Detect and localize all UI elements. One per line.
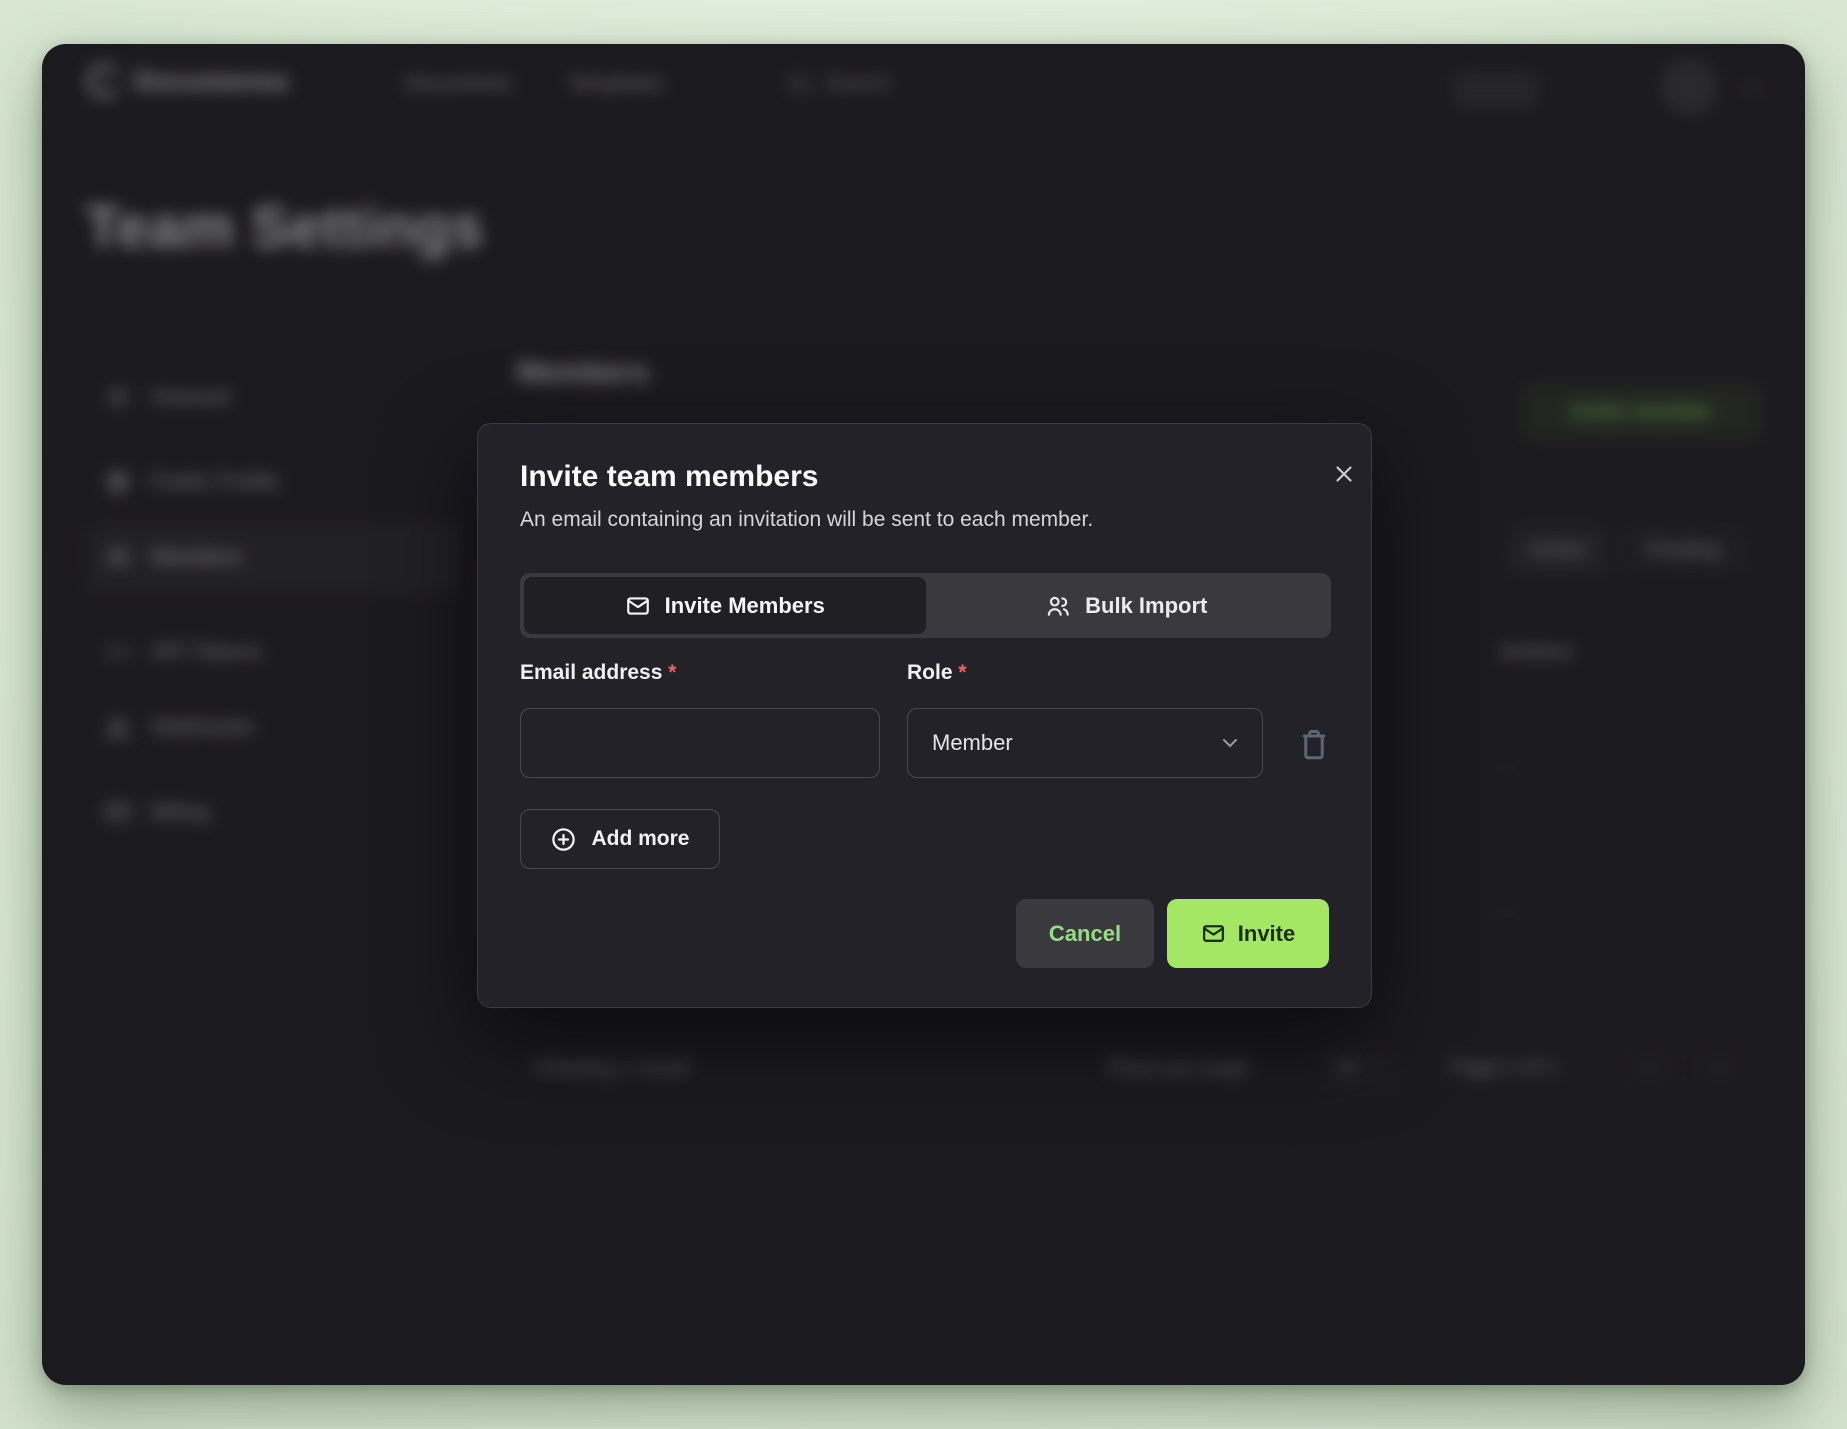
mail-icon [1201,921,1226,946]
trash-icon [1296,727,1332,763]
tab-label: Bulk Import [1085,593,1207,619]
tab-invite-members[interactable]: Invite Members [524,577,926,634]
dialog-subtitle: An email containing an invitation will b… [520,508,1093,532]
mail-icon [625,593,651,619]
email-input[interactable] [520,708,880,778]
invite-label: Invite [1238,921,1295,947]
close-button[interactable] [1322,452,1366,496]
role-label: Role * [907,661,967,685]
tab-bulk-import[interactable]: Bulk Import [926,577,1328,634]
role-select[interactable]: Member [907,708,1263,778]
add-more-label: Add more [591,827,689,851]
required-marker: * [958,661,966,684]
cancel-button[interactable]: Cancel [1016,899,1154,968]
close-icon [1331,461,1357,487]
invite-button[interactable]: Invite [1167,899,1329,968]
dialog-title: Invite team members [520,460,818,494]
users-icon [1045,593,1071,619]
required-marker: * [668,661,676,684]
chevron-down-icon [1218,731,1242,755]
app-window: Documenso Documents Templates Search Tea… [42,44,1805,1385]
add-more-button[interactable]: Add more [520,809,720,869]
role-select-value: Member [932,730,1013,756]
tab-label: Invite Members [665,593,825,619]
invite-mode-tabs: Invite Members Bulk Import [520,573,1331,638]
invite-team-members-dialog: Invite team members An email containing … [477,423,1372,1008]
plus-circle-icon [550,826,577,853]
remove-row-button[interactable] [1292,723,1336,767]
email-address-label: Email address * [520,661,676,685]
